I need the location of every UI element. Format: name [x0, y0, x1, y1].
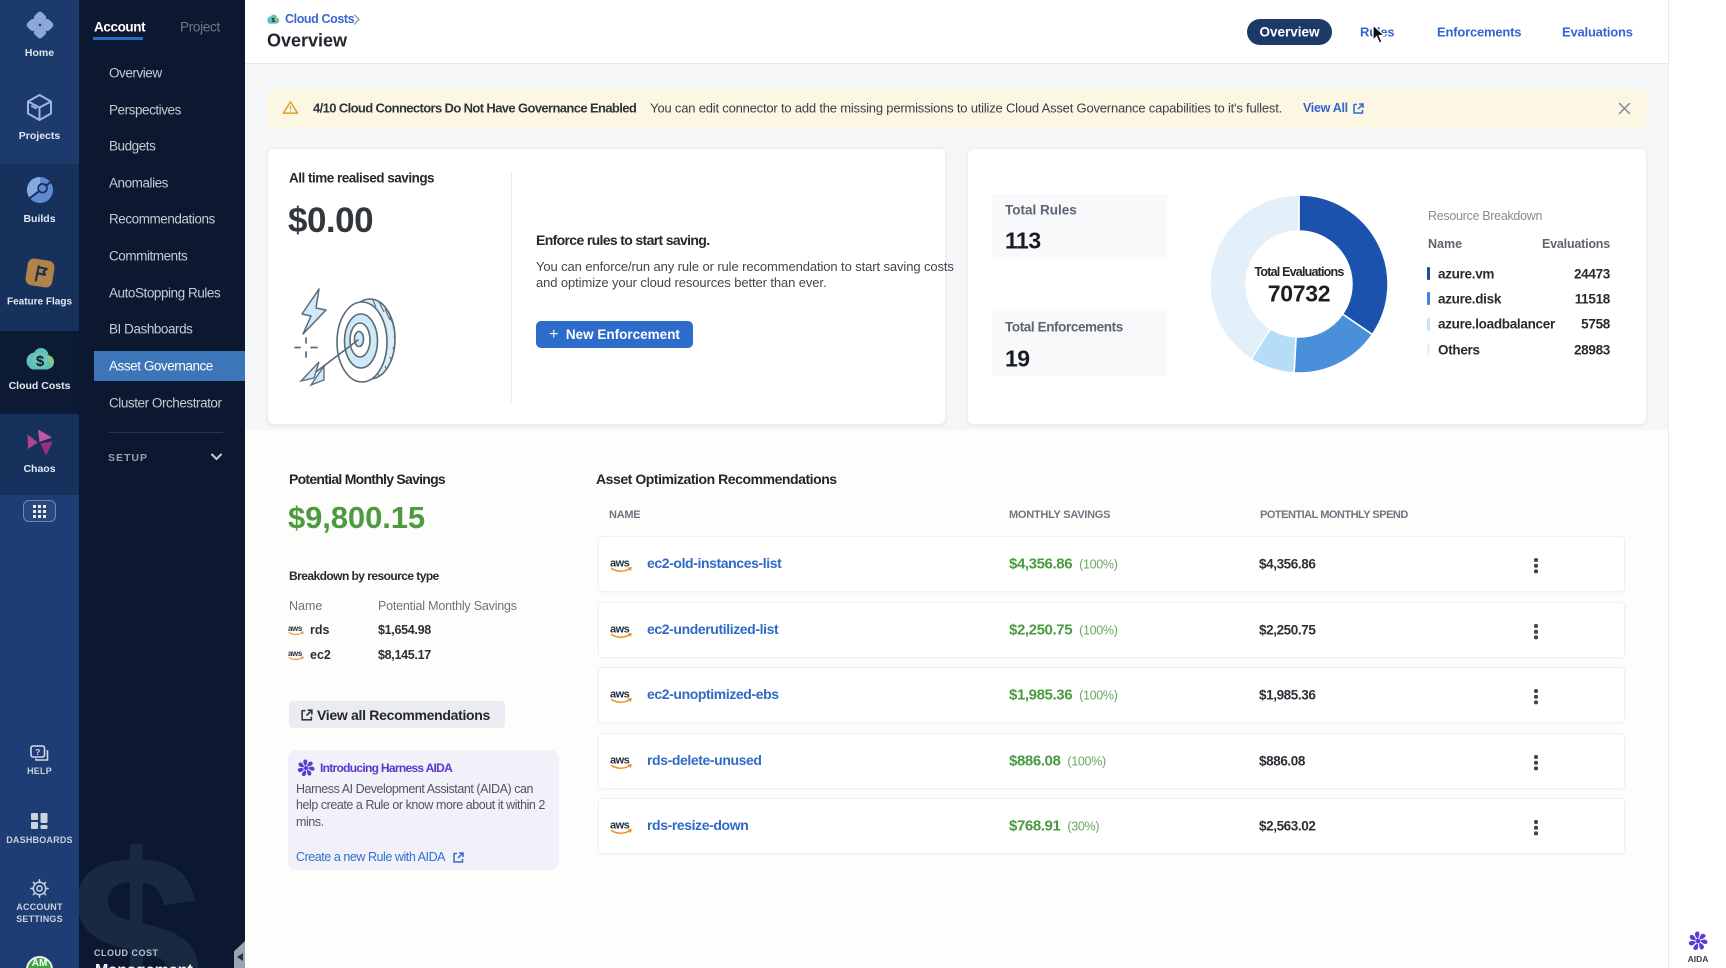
svg-text:aws: aws — [610, 558, 630, 570]
svg-text:?: ? — [35, 747, 40, 757]
svg-text:aws: aws — [610, 820, 630, 832]
svg-text:aws: aws — [610, 689, 630, 701]
svg-text:aws: aws — [610, 755, 630, 767]
svg-text:aws: aws — [288, 624, 303, 633]
svg-text:$: $ — [36, 353, 45, 370]
svg-text:aws: aws — [610, 624, 630, 636]
svg-text:aws: aws — [288, 649, 303, 658]
